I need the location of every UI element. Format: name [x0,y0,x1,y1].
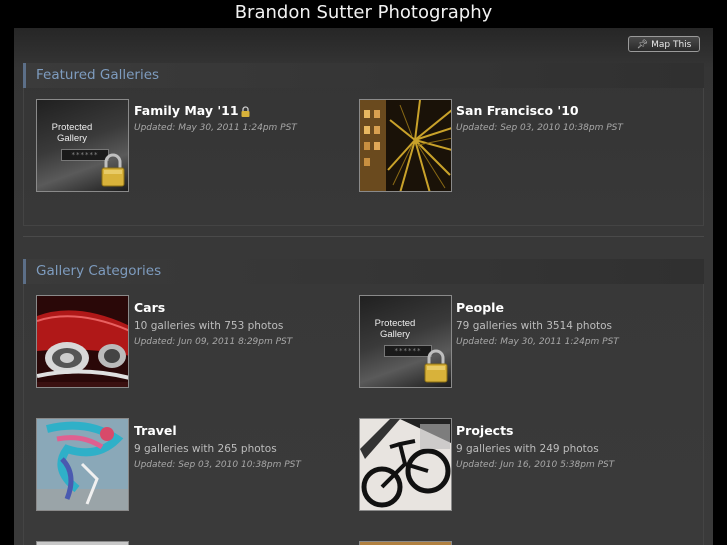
category-thumbnail-people[interactable]: Protected Gallery ****** [359,295,452,388]
gallery-thumbnail-family-may-11[interactable]: Protected Gallery ****** [36,99,129,192]
gallery-title-link[interactable]: San Francisco '10 [456,103,579,118]
category-thumbnail-partial[interactable] [36,541,129,545]
category-updated: Updated: Jun 16, 2010 5:38pm PST [456,460,615,470]
category-count: 10 galleries with 753 photos [134,320,284,332]
featured-galleries-header: Featured Galleries [23,63,704,88]
category-title-link[interactable]: Travel [134,423,177,438]
gallery-thumbnail-san-francisco-10[interactable] [359,99,452,192]
section-divider [23,236,704,237]
gallery-categories-heading: Gallery Categories [36,263,162,279]
category-title-link[interactable]: People [456,300,504,315]
gallery-title-text: Family May '11 [134,103,239,118]
category-updated: Updated: Sep 03, 2010 10:38pm PST [134,460,301,470]
site-title: Brandon Sutter Photography [234,2,493,23]
map-this-button[interactable]: 📌︎ Map This [628,36,700,52]
red-car-photo [37,296,128,387]
padlock-icon [101,153,125,187]
category-title-link[interactable]: Cars [134,300,165,315]
category-updated: Updated: Jun 09, 2011 8:29pm PST [134,337,293,347]
category-thumbnail-partial[interactable] [359,541,452,545]
map-this-label: Map This [651,40,692,50]
featured-galleries-heading: Featured Galleries [36,67,160,83]
graffiti-photo [37,419,128,510]
category-count: 9 galleries with 249 photos [456,443,599,455]
gallery-categories-header: Gallery Categories [23,259,704,284]
category-updated: Updated: May 30, 2011 1:24pm PST [456,337,619,347]
category-thumbnail-travel[interactable] [36,418,129,511]
gallery-title-link[interactable]: Family May '11 [134,103,250,118]
palm-tree-photo [360,100,451,191]
bicycle-photo [360,419,451,510]
gallery-updated: Updated: Sep 03, 2010 10:38pm PST [456,123,623,133]
lock-icon [241,106,250,117]
protected-gallery-label: Protected Gallery [374,318,416,340]
category-thumbnail-cars[interactable] [36,295,129,388]
pushpin-icon: 📌︎ [636,40,649,50]
category-thumbnail-projects[interactable] [359,418,452,511]
category-count: 79 galleries with 3514 photos [456,320,613,332]
padlock-icon [424,349,448,383]
protected-gallery-label: Protected Gallery [51,122,93,144]
category-title-link[interactable]: Projects [456,423,514,438]
gallery-updated: Updated: May 30, 2011 1:24pm PST [134,123,297,133]
category-count: 9 galleries with 265 photos [134,443,277,455]
